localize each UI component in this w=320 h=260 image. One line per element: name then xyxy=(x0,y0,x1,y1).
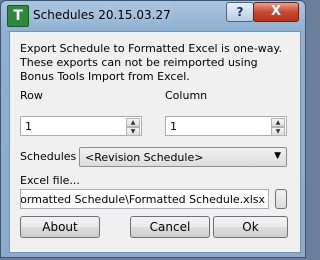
excel-file-label: Excel file... xyxy=(20,174,80,187)
export-description: Export Schedule to Formatted Excel is on… xyxy=(20,42,282,83)
schedules-selected-value: <Revision Schedule> xyxy=(85,151,204,164)
row-value: 1 xyxy=(25,120,32,133)
column-decrement-icon[interactable]: ▼ xyxy=(271,127,285,136)
dialog-client-area: Export Schedule to Formatted Excel is on… xyxy=(9,31,301,253)
row-increment-icon[interactable]: ▲ xyxy=(126,118,140,127)
title-bar[interactable]: T Schedules 20.15.03.27 ? X xyxy=(1,1,305,31)
schedules-dropdown[interactable]: <Revision Schedule> ▼ xyxy=(79,147,287,167)
close-icon: X xyxy=(270,4,282,19)
cancel-button[interactable]: Cancel xyxy=(130,216,210,238)
schedules-label: Schedules xyxy=(20,150,77,163)
browse-file-button[interactable] xyxy=(275,189,287,209)
column-value: 1 xyxy=(170,120,177,133)
column-increment-icon[interactable]: ▲ xyxy=(271,118,285,127)
bonus-tools-app-icon: T xyxy=(7,5,29,27)
question-mark-icon: ? xyxy=(236,5,244,19)
row-stepper[interactable]: 1 ▲ ▼ xyxy=(20,116,142,136)
column-stepper-arrows: ▲ ▼ xyxy=(271,118,285,136)
row-stepper-arrows: ▲ ▼ xyxy=(126,118,140,136)
row-label: Row xyxy=(20,89,43,102)
schedules-window: T Schedules 20.15.03.27 ? X Export Sched… xyxy=(0,0,306,258)
column-label: Column xyxy=(165,89,208,102)
excel-file-path-field[interactable]: files\Formatted Schedule\Formatted Sched… xyxy=(20,189,269,209)
ok-button[interactable]: Ok xyxy=(213,216,288,238)
chevron-down-icon: ▼ xyxy=(274,151,281,161)
window-title: Schedules 20.15.03.27 xyxy=(33,8,171,22)
column-stepper[interactable]: 1 ▲ ▼ xyxy=(165,116,287,136)
close-button[interactable]: X xyxy=(253,2,299,22)
help-button[interactable]: ? xyxy=(226,2,254,22)
about-button[interactable]: About xyxy=(20,216,100,238)
row-decrement-icon[interactable]: ▼ xyxy=(126,127,140,136)
excel-file-path-value: files\Formatted Schedule\Formatted Sched… xyxy=(20,193,265,206)
